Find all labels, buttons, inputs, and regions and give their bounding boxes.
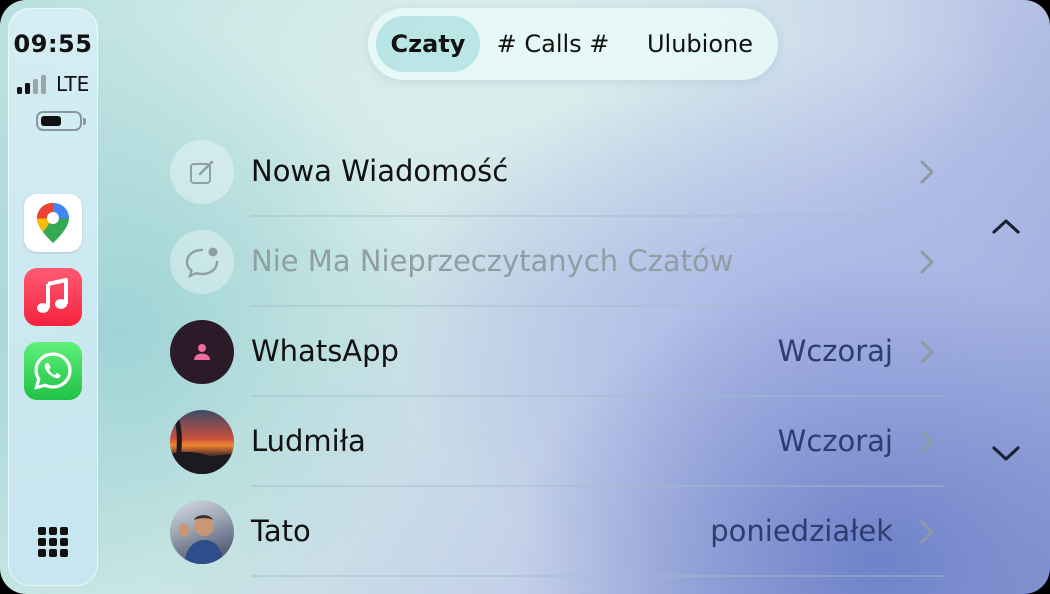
carplay-screen: 09:55 LTE Czaty # Calls # Ulubione Nowa …: [0, 0, 1050, 594]
battery-icon: [36, 111, 86, 131]
compose-icon: [170, 140, 234, 204]
list-item-ludmila[interactable]: Ludmiła Wczoraj: [170, 396, 945, 487]
list-item-meta: poniedziałek: [710, 514, 893, 548]
list-item-meta: Wczoraj: [777, 334, 893, 368]
chevron-right-icon: [920, 340, 934, 364]
list-item-title: Ludmiła: [251, 424, 366, 458]
list-item-title: WhatsApp: [251, 334, 399, 368]
chevron-right-icon: [920, 160, 934, 184]
chevron-right-icon: [920, 250, 934, 274]
tab-bar: Czaty # Calls # Ulubione: [368, 8, 778, 80]
list-item-tato[interactable]: Tato poniedziałek: [170, 486, 945, 577]
chevron-right-icon: [920, 520, 934, 544]
chevron-down-icon: [992, 446, 1020, 461]
list-item-whatsapp[interactable]: WhatsApp Wczoraj: [170, 306, 945, 397]
contact-photo: [170, 500, 234, 564]
network-type: LTE: [56, 72, 90, 96]
person-icon: [170, 320, 234, 384]
google-maps-icon[interactable]: [24, 194, 82, 252]
list-item-meta: Wczoraj: [777, 424, 893, 458]
music-note-icon[interactable]: [24, 268, 82, 326]
chevron-up-icon: [992, 219, 1020, 234]
list-item-new-message[interactable]: Nowa Wiadomość: [170, 126, 945, 217]
carplay-dock: 09:55 LTE: [8, 8, 98, 586]
chat-list: Nowa Wiadomość Nie Ma Nieprzeczytanych C…: [170, 126, 945, 577]
status-time: 09:55: [13, 30, 93, 58]
list-item-title: Nie Ma Nieprzeczytanych Czatów: [251, 244, 734, 278]
chat-bubble-icon: [170, 230, 234, 294]
contact-photo: [170, 410, 234, 474]
scroll-up-button[interactable]: [986, 206, 1026, 246]
scroll-down-button[interactable]: [986, 434, 1026, 474]
list-item-title: Tato: [251, 514, 311, 548]
whatsapp-icon[interactable]: [24, 342, 82, 400]
tab-czaty[interactable]: Czaty: [376, 16, 480, 72]
list-item-title: Nowa Wiadomość: [251, 154, 509, 188]
signal-strength-icon: [17, 74, 46, 94]
app-grid-icon[interactable]: [38, 527, 68, 557]
tab-ulubione[interactable]: Ulubione: [630, 16, 770, 72]
tab-calls[interactable]: # Calls #: [488, 16, 618, 72]
list-item-no-unread[interactable]: Nie Ma Nieprzeczytanych Czatów: [170, 216, 945, 307]
chevron-right-icon: [920, 430, 934, 454]
